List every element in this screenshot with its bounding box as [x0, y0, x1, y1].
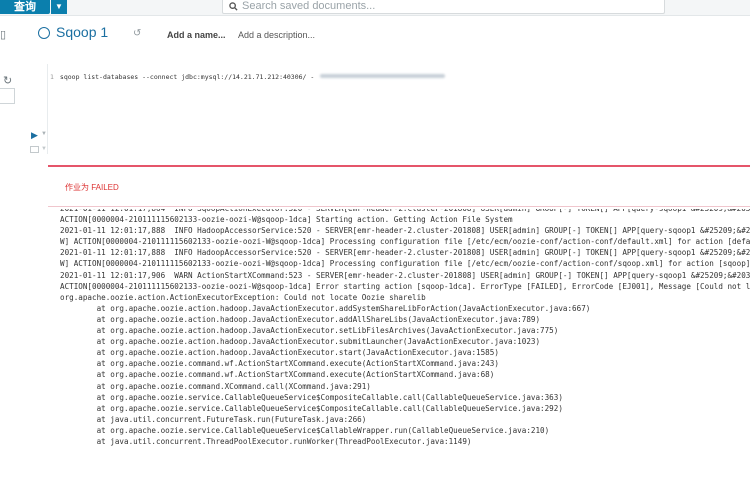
log-line: at org.apache.oozie.action.hadoop.JavaAc… [60, 348, 499, 358]
search-placeholder: Search saved documents... [242, 0, 376, 12]
query-dropdown-icon[interactable]: ▼ [51, 0, 67, 14]
log-line: 2021-01-11 12:01:17,888 INFO HadoopAcces… [60, 248, 750, 258]
snippet-dropdown-icon[interactable]: ▼ [41, 146, 47, 152]
log-line: at org.apache.oozie.action.hadoop.JavaAc… [60, 337, 541, 347]
log-line: at java.util.concurrent.FutureTask.run(F… [60, 414, 367, 424]
log-line: at org.apache.oozie.service.CallableQueu… [60, 392, 563, 402]
log-line: at java.util.concurrent.ThreadPoolExecut… [60, 436, 472, 446]
log-line: ACTION[0000004-210111115602133-oozie-ooz… [60, 215, 513, 225]
snippet-icon[interactable] [30, 146, 39, 153]
refresh-icon[interactable]: ↻ [3, 74, 12, 87]
log-line: 2021-01-11 12:01:17,906 WARN ActionStart… [60, 270, 750, 280]
log-line: at org.apache.oozie.command.wf.ActionSta… [60, 370, 495, 380]
log-line: at org.apache.oozie.service.CallableQueu… [60, 425, 550, 435]
search-icon [229, 2, 238, 11]
document-header: Sqoop 1 ↺ Add a name... Add a descriptio… [30, 22, 750, 48]
code-editor[interactable]: 1 sqoop list-databases --connect jdbc:mys… [47, 64, 750, 154]
log-line: W] ACTION[0000004-210111115602133-oozie-… [60, 259, 750, 269]
job-status-text: 作业为 FAILED [65, 183, 119, 192]
log-line: at org.apache.oozie.command.XCommand.cal… [60, 381, 371, 391]
redacted-credentials [320, 74, 446, 78]
log-line: 2021-01-11 12:01:17,888 INFO HadoopAcces… [60, 226, 750, 236]
log-line: at org.apache.oozie.action.hadoop.JavaAc… [60, 314, 541, 324]
execute-icon[interactable]: ▶ [31, 130, 38, 141]
rail-input-box[interactable] [0, 88, 15, 104]
log-line: org.apache.oozie.action.ActionExecutorEx… [60, 292, 426, 302]
code-line[interactable]: 1 sqoop list-databases --connect jdbc:mys… [50, 73, 446, 81]
add-name-field[interactable]: Add a name... [167, 30, 226, 40]
job-log[interactable]: 2021-01-11 12:01:17,864 INFO SqoopAction… [48, 209, 750, 482]
document-status-icon [38, 27, 50, 39]
add-description-field[interactable]: Add a description... [238, 30, 315, 40]
log-line: ACTION[0000004-210111115602133-oozie-ooz… [60, 281, 750, 291]
status-divider [48, 206, 750, 207]
search-input[interactable]: Search saved documents... [222, 0, 665, 14]
execute-dropdown-icon[interactable]: ▼ [41, 131, 47, 137]
document-title[interactable]: Sqoop 1 [56, 24, 108, 40]
log-line: W] ACTION[0000004-210111115602133-oozie-… [60, 237, 750, 247]
log-line: at org.apache.oozie.action.hadoop.JavaAc… [60, 326, 559, 336]
log-line: at org.apache.oozie.service.CallableQueu… [60, 403, 563, 413]
code-text: sqoop list-databases --connect jdbc:mysq… [59, 73, 315, 81]
top-bar: 查询 ▼ Search saved documents... [0, 0, 750, 16]
status-area [48, 167, 750, 207]
query-button[interactable]: 查询 [0, 0, 50, 14]
line-number: 1 [50, 73, 54, 81]
document-icon[interactable]: ▯ [0, 28, 6, 41]
log-line: at org.apache.oozie.action.hadoop.JavaAc… [60, 303, 591, 313]
log-line: at org.apache.oozie.command.wf.ActionSta… [60, 359, 499, 369]
history-icon[interactable]: ↺ [133, 28, 141, 39]
